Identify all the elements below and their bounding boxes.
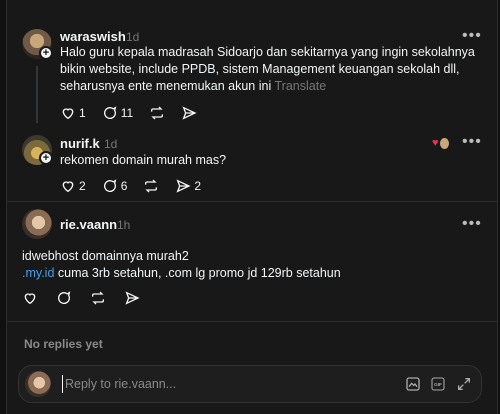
timestamp: 1d — [104, 137, 118, 151]
username[interactable]: rie.vaann — [60, 217, 117, 232]
post-actions — [22, 290, 156, 306]
more-icon[interactable]: ••• — [462, 133, 482, 151]
username[interactable]: nurif.k — [60, 136, 100, 151]
repost-button[interactable] — [143, 178, 159, 194]
liked-by-author-icon: ♥ — [432, 137, 449, 149]
more-icon[interactable]: ••• — [462, 215, 482, 233]
post-line: idwebhost domainnya murah2 — [22, 249, 189, 263]
post-text: Halo guru kepala madrasah Sidoarjo dan s… — [60, 44, 480, 95]
heart-icon — [62, 181, 74, 193]
username[interactable]: waraswish — [60, 29, 126, 44]
divider — [6, 321, 498, 322]
comment-button[interactable]: 6 — [102, 178, 128, 194]
comment-button[interactable]: 11 — [102, 105, 133, 121]
reply-input[interactable] — [62, 375, 342, 393]
comment-icon — [103, 179, 117, 192]
comment-button[interactable] — [56, 290, 72, 306]
post-actions: 1 11 — [60, 105, 213, 121]
image-icon[interactable] — [405, 376, 421, 392]
no-replies-label: No replies yet — [24, 337, 103, 351]
post-body: Halo guru kepala madrasah Sidoarjo dan s… — [60, 45, 475, 93]
post-actions: 2 6 2 — [60, 178, 217, 194]
like-button[interactable]: 1 — [60, 105, 86, 121]
comment-icon — [103, 106, 117, 119]
avatar[interactable] — [22, 209, 52, 239]
translate-link[interactable]: Translate — [275, 79, 327, 93]
share-button[interactable] — [181, 105, 197, 121]
post-text: rekomen domain murah mas? — [60, 153, 227, 167]
svg-text:GIF: GIF — [434, 382, 442, 387]
repost-icon — [92, 291, 104, 305]
post-line-rest: cuma 3rb setahun, .com lg promo jd 129rb… — [54, 266, 341, 280]
expand-icon[interactable] — [456, 376, 472, 392]
heart-icon — [62, 108, 74, 120]
repost-icon — [145, 179, 158, 193]
post-line: .my.id cuma 3rb setahun, .com lg promo j… — [22, 265, 482, 282]
timestamp: 1d — [126, 30, 140, 44]
send-icon — [176, 179, 191, 193]
avatar — [25, 371, 51, 397]
domain-link[interactable]: .my.id — [22, 266, 54, 280]
comment-count: 6 — [120, 179, 128, 193]
divider — [6, 201, 498, 202]
send-icon — [182, 106, 197, 120]
reply-composer: GIF — [18, 365, 482, 403]
like-count: 1 — [79, 106, 86, 120]
gif-icon[interactable]: GIF — [430, 376, 446, 392]
comment-count: 11 — [120, 106, 134, 120]
heart-icon — [24, 293, 36, 305]
like-button[interactable] — [22, 290, 38, 306]
send-icon — [125, 291, 140, 305]
like-count: 2 — [79, 179, 86, 193]
share-button[interactable]: 2 — [175, 178, 201, 194]
more-icon[interactable]: ••• — [462, 27, 482, 45]
repost-button[interactable] — [90, 290, 106, 306]
thread-line — [36, 66, 38, 123]
share-count: 2 — [194, 179, 202, 193]
share-button[interactable] — [124, 290, 140, 306]
like-button[interactable]: 2 — [60, 178, 86, 194]
repost-button[interactable] — [149, 105, 165, 121]
follow-plus-icon[interactable]: + — [39, 151, 53, 165]
post-text: idwebhost domainnya murah2 .my.id cuma 3… — [22, 248, 482, 282]
repost-icon — [151, 106, 164, 120]
follow-plus-icon[interactable]: + — [39, 46, 53, 60]
comment-icon — [58, 291, 71, 304]
timestamp: 1h — [117, 218, 131, 232]
